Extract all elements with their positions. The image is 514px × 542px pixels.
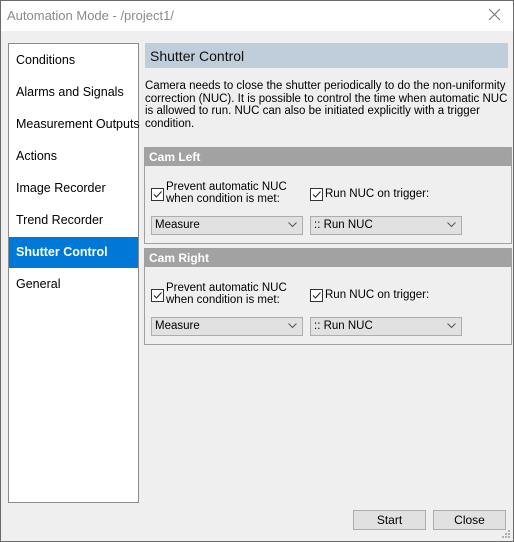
- checkmark-icon: [153, 292, 162, 299]
- group-title: Cam Left: [149, 150, 201, 164]
- close-button[interactable]: Close: [433, 510, 506, 530]
- condition-dropdown[interactable]: Measure: [151, 317, 303, 336]
- section-description: Camera needs to close the shutter period…: [145, 80, 508, 130]
- sidebar-item-alarms-and-signals[interactable]: Alarms and Signals: [9, 77, 138, 108]
- cam-left-group: Cam Left Prevent automatic NUC when cond…: [144, 147, 512, 244]
- section-header: Shutter Control: [145, 43, 508, 68]
- resize-grip-icon[interactable]: [502, 530, 510, 538]
- close-window-icon[interactable]: [487, 7, 503, 23]
- sidebar-item-actions[interactable]: Actions: [9, 141, 138, 172]
- chevron-down-icon: [447, 323, 456, 329]
- sidebar-item-general[interactable]: General: [9, 269, 138, 300]
- prevent-nuc-label: Prevent automatic NUC when condition is …: [166, 282, 287, 306]
- checkmark-icon: [312, 191, 321, 198]
- checkmark-icon: [153, 191, 162, 198]
- title-bar: Automation Mode - /project1/: [1, 1, 513, 31]
- window-title: Automation Mode - /project1/: [7, 8, 174, 23]
- cam-right-group: Cam Right Prevent automatic NUC when con…: [144, 248, 512, 345]
- group-title: Cam Right: [149, 251, 209, 265]
- prevent-nuc-checkbox[interactable]: [151, 289, 164, 302]
- run-nuc-trigger-checkbox[interactable]: [310, 289, 323, 302]
- run-nuc-trigger-label: Run NUC on trigger:: [325, 289, 430, 301]
- group-header: Cam Right: [145, 249, 511, 267]
- sidebar-item-conditions[interactable]: Conditions: [9, 45, 138, 76]
- group-header: Cam Left: [145, 148, 511, 166]
- sidebar-item-image-recorder[interactable]: Image Recorder: [9, 173, 138, 204]
- start-button[interactable]: Start: [353, 510, 426, 530]
- run-nuc-trigger-label: Run NUC on trigger:: [325, 188, 430, 200]
- checkmark-icon: [312, 292, 321, 299]
- chevron-down-icon: [288, 323, 297, 329]
- prevent-nuc-checkbox[interactable]: [151, 188, 164, 201]
- sidebar-item-shutter-control[interactable]: Shutter Control: [9, 237, 138, 268]
- run-nuc-trigger-checkbox[interactable]: [310, 188, 323, 201]
- chevron-down-icon: [288, 222, 297, 228]
- trigger-value: :: Run NUC: [314, 219, 373, 231]
- section-title: Shutter Control: [150, 48, 245, 64]
- condition-dropdown[interactable]: Measure: [151, 216, 303, 235]
- condition-value: Measure: [155, 320, 200, 332]
- prevent-nuc-label: Prevent automatic NUC when condition is …: [166, 181, 287, 205]
- condition-value: Measure: [155, 219, 200, 231]
- automation-mode-dialog: Automation Mode - /project1/ Conditions …: [0, 0, 514, 542]
- trigger-dropdown[interactable]: :: Run NUC: [310, 317, 462, 336]
- sidebar-item-measurement-outputs[interactable]: Measurement Outputs: [9, 109, 140, 140]
- trigger-dropdown[interactable]: :: Run NUC: [310, 216, 462, 235]
- trigger-value: :: Run NUC: [314, 320, 373, 332]
- sidebar-nav: Conditions Alarms and Signals Measuremen…: [8, 43, 140, 503]
- sidebar-item-trend-recorder[interactable]: Trend Recorder: [9, 205, 138, 236]
- chevron-down-icon: [447, 222, 456, 228]
